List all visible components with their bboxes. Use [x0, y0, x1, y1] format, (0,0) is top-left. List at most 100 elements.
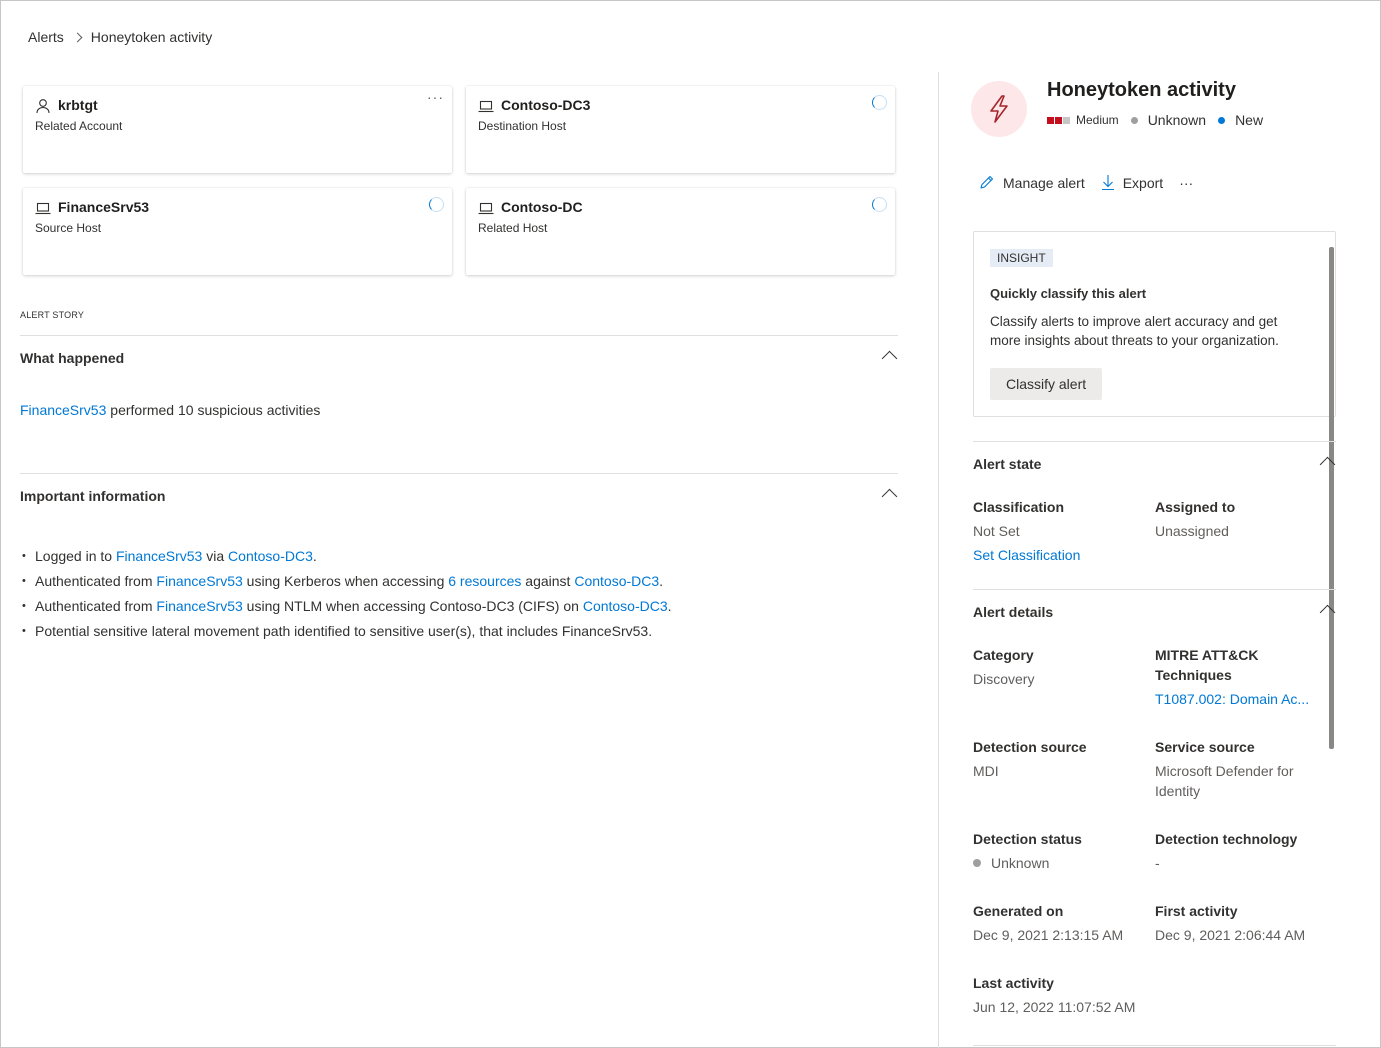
breadcrumb: Alerts Honeytoken activity [28, 29, 212, 45]
laptop-icon [35, 202, 51, 215]
severity-label: Medium [1076, 113, 1119, 127]
state-label: New [1235, 112, 1264, 128]
alert-state-title: Alert state [973, 456, 1042, 472]
entity-card-financesrv53[interactable]: FinanceSrv53 Source Host [23, 188, 452, 275]
set-classification-link[interactable]: Set Classification [973, 545, 1080, 565]
breadcrumb-alerts-link[interactable]: Alerts [28, 29, 64, 45]
item-text: via [202, 548, 229, 564]
first-activity-label: First activity [1155, 903, 1238, 919]
last-activity-label: Last activity [973, 975, 1054, 991]
detection-status-value: Unknown [973, 853, 1049, 873]
what-happened-title: What happened [20, 350, 125, 366]
entity-link[interactable]: Contoso-DC3 [574, 573, 659, 589]
item-text: using Kerberos when accessing [242, 573, 449, 589]
lightning-icon [990, 95, 1008, 123]
severity-indicator-icon [1047, 116, 1070, 124]
detection-technology-label: Detection technology [1155, 831, 1298, 847]
item-text: Authenticated from [35, 598, 157, 614]
entity-link[interactable]: FinanceSrv53 [116, 548, 202, 564]
entity-role: Destination Host [478, 119, 567, 133]
status-label: Unknown [1147, 112, 1207, 128]
insight-body: Classify alerts to improve alert accurac… [990, 314, 1279, 348]
first-activity-value: Dec 9, 2021 2:06:44 AM [1155, 927, 1306, 943]
entity-card-contoso-dc[interactable]: Contoso-DC Related Host [466, 188, 895, 275]
entity-role: Source Host [35, 221, 102, 235]
alert-details-title: Alert details [973, 604, 1054, 620]
entity-link[interactable]: FinanceSrv53 [156, 573, 242, 589]
export-button[interactable]: Export [1101, 174, 1163, 191]
important-information-list: Logged in to FinanceSrv53 via Contoso-DC… [20, 544, 672, 644]
entity-link[interactable]: FinanceSrv53 [20, 402, 106, 418]
action-bar: Manage alert Export ··· [978, 174, 1209, 191]
item-text: Logged in to [35, 548, 116, 564]
pane-divider [938, 72, 939, 1048]
what-happened-description: performed 10 suspicious activities [110, 402, 321, 418]
divider [973, 1045, 1336, 1046]
state-dot-icon [1218, 116, 1226, 124]
assigned-to-value: Unassigned [1155, 523, 1229, 539]
download-icon [1101, 175, 1114, 191]
item-text: . [312, 548, 317, 564]
divider [973, 441, 1336, 442]
last-activity-value: Jun 12, 2022 11:07:52 AM [973, 999, 1136, 1015]
divider [20, 335, 898, 336]
alert-icon [971, 81, 1027, 137]
classification-value: Not Set [973, 523, 1020, 539]
entity-name: krbtgt [58, 97, 98, 113]
scrollbar[interactable] [1329, 247, 1334, 749]
breadcrumb-current: Honeytoken activity [90, 29, 213, 45]
status-dot-icon [1130, 116, 1138, 124]
entity-link[interactable]: Contoso-DC3 [228, 548, 313, 564]
loading-spinner-icon [429, 197, 444, 212]
important-information-item: Authenticated from FinanceSrv53 using NT… [20, 594, 672, 619]
detection-technology-value: - [1155, 855, 1160, 871]
important-information-title: Important information [20, 488, 166, 504]
entity-role: Related Host [478, 221, 548, 235]
laptop-icon [478, 202, 494, 215]
loading-spinner-icon [872, 197, 887, 212]
chevron-right-icon [72, 32, 83, 42]
alert-story-label: ALERT STORY [20, 310, 85, 320]
entity-card-contoso-dc3[interactable]: Contoso-DC3 Destination Host [466, 86, 895, 173]
important-information-item: Potential sensitive lateral movement pat… [20, 619, 672, 644]
what-happened-text: FinanceSrv53 performed 10 suspicious act… [20, 402, 320, 418]
important-information-item: Logged in to FinanceSrv53 via Contoso-DC… [20, 544, 672, 569]
insight-title: Quickly classify this alert [990, 286, 1147, 301]
entity-name: Contoso-DC3 [501, 97, 591, 113]
entity-name: FinanceSrv53 [58, 199, 150, 215]
entity-name: Contoso-DC [501, 199, 583, 215]
entity-link[interactable]: 6 resources [448, 573, 521, 589]
service-source-label: Service source [1155, 739, 1255, 755]
insight-badge: INSIGHT [990, 249, 1053, 267]
detection-status-label: Detection status [973, 831, 1082, 847]
classification-label: Classification [973, 499, 1065, 515]
generated-on-label: Generated on [973, 903, 1064, 919]
pencil-icon [980, 175, 994, 189]
classify-alert-button[interactable]: Classify alert [990, 368, 1103, 400]
category-value: Discovery [973, 671, 1035, 687]
status-dot-icon [973, 859, 981, 868]
loading-spinner-icon [872, 95, 887, 110]
manage-alert-button[interactable]: Manage alert [978, 174, 1085, 191]
detection-source-label: Detection source [973, 739, 1087, 755]
entity-card-krbtgt[interactable]: krbtgt Related Account ··· [23, 86, 452, 173]
entity-link[interactable]: FinanceSrv53 [156, 598, 242, 614]
divider [20, 473, 898, 474]
divider [973, 589, 1336, 590]
item-text: using NTLM when accessing Contoso-DC3 (C… [242, 598, 583, 614]
mitre-technique-link[interactable]: T1087.002: Domain Ac... [1155, 689, 1309, 709]
laptop-icon [478, 100, 494, 113]
item-text: Potential sensitive lateral movement pat… [35, 623, 653, 639]
alert-title: Honeytoken activity [1047, 79, 1236, 101]
detection-source-value: MDI [973, 763, 999, 779]
entity-link[interactable]: Contoso-DC3 [583, 598, 668, 614]
alert-meta: Medium Unknown New [1047, 112, 1263, 128]
more-actions-button[interactable]: ··· [1179, 175, 1193, 191]
service-source-value: Microsoft Defender for Identity [1155, 763, 1294, 799]
item-text: . [659, 573, 664, 589]
generated-on-value: Dec 9, 2021 2:13:15 AM [973, 927, 1124, 943]
category-label: Category [973, 647, 1034, 663]
important-information-item: Authenticated from FinanceSrv53 using Ke… [20, 569, 672, 594]
item-text: against [521, 573, 575, 589]
more-options-icon[interactable]: ··· [427, 89, 444, 105]
